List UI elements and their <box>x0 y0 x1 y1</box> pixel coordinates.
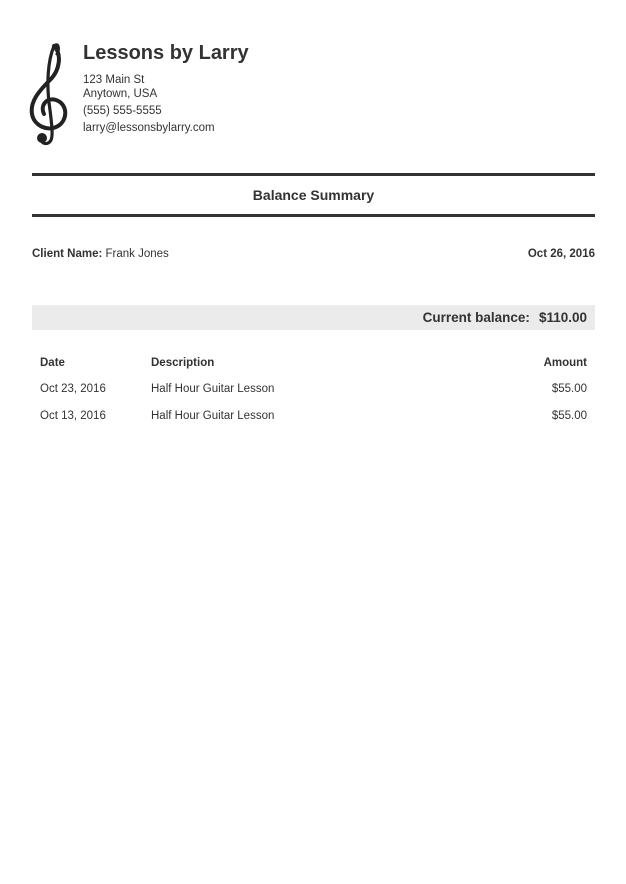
document-title: Balance Summary <box>252 187 375 203</box>
transactions-table: Date Description Amount Oct 23, 2016 Hal… <box>32 352 595 432</box>
client-info: Client Name: Frank Jones <box>32 247 169 261</box>
table-row: Oct 23, 2016 Half Hour Guitar Lesson $55… <box>32 378 595 405</box>
current-balance-label: Current balance: <box>422 310 530 325</box>
current-balance-bar: Current balance: $110.00 <box>32 305 595 330</box>
title-rule-top <box>32 173 595 176</box>
business-phone: (555) 555-5555 <box>83 105 162 117</box>
table-header-row: Date Description Amount <box>32 352 595 378</box>
row-date: Oct 13, 2016 <box>40 410 106 422</box>
business-name: Lessons by Larry <box>83 42 249 64</box>
balance-summary-page: Lessons by Larry 123 Main St Anytown, US… <box>0 0 626 884</box>
treble-clef-icon <box>29 43 68 146</box>
row-description: Half Hour Guitar Lesson <box>151 383 275 395</box>
address-line-1: 123 Main St <box>83 74 145 86</box>
row-date: Oct 23, 2016 <box>40 383 106 395</box>
business-email: larry@lessonsbylarry.com <box>83 122 215 134</box>
client-name-label: Client Name: <box>32 248 103 260</box>
row-amount: $55.00 <box>551 383 587 395</box>
document-date: Oct 26, 2016 <box>527 248 595 260</box>
column-header-description: Description <box>151 357 215 369</box>
row-amount: $55.00 <box>551 410 587 422</box>
column-header-amount: Amount <box>543 357 587 369</box>
table-row: Oct 13, 2016 Half Hour Guitar Lesson $55… <box>32 405 595 432</box>
current-balance: Current balance: $110.00 <box>423 310 587 326</box>
client-name-value: Frank Jones <box>105 248 169 260</box>
current-balance-amount: $110.00 <box>538 310 587 325</box>
address-line-2: Anytown, USA <box>83 88 158 100</box>
column-header-date: Date <box>40 357 65 369</box>
title-rule-bottom <box>32 214 595 217</box>
row-description: Half Hour Guitar Lesson <box>151 410 275 422</box>
